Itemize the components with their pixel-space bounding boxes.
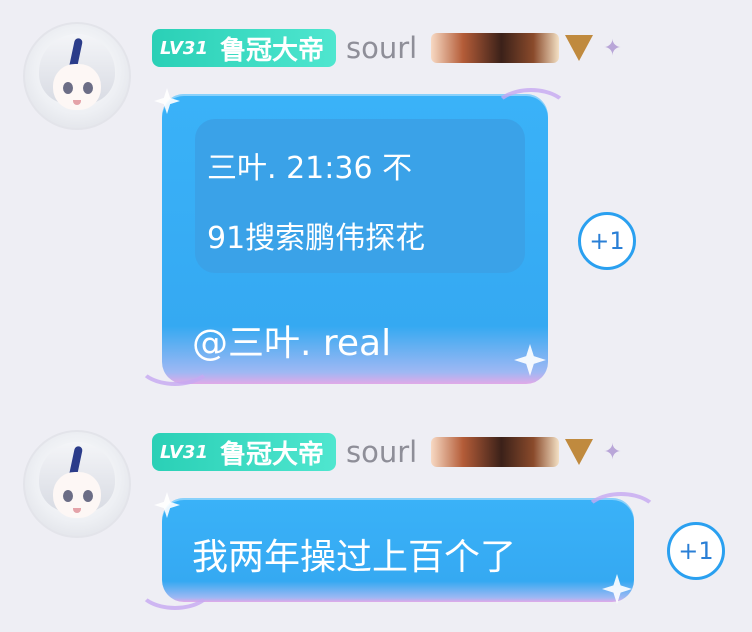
level-text: LV31: [160, 37, 208, 59]
message-text: @三叶. real: [192, 323, 392, 364]
level-badge: LV31 鲁冠大帝: [152, 29, 336, 67]
sparkle-icon: [154, 88, 180, 114]
sender-info: LV31 鲁冠大帝 sourl ✦: [152, 28, 622, 68]
honor-title: 鲁冠大帝: [219, 35, 324, 66]
rank-v-icon: [565, 35, 594, 61]
level-text: LV31: [160, 441, 208, 463]
quote-text: 91搜索鹏伟探花: [207, 221, 426, 256]
chat-message: LV31 鲁冠大帝 sourl ✦ 三叶. 21:36 不 91搜索鹏伟探花 @…: [0, 0, 752, 410]
user-avatar[interactable]: [23, 22, 131, 130]
chat-message: LV31 鲁冠大帝 sourl ✦ 我两年操过上百个了 +1: [0, 418, 752, 632]
plus-one-button[interactable]: +1: [578, 212, 636, 270]
swirl-decoration: [136, 562, 214, 610]
avatar-eye: [63, 490, 73, 502]
quoted-message[interactable]: 三叶. 21:36 不 91搜索鹏伟探花: [195, 119, 525, 273]
sparkle-icon: [514, 344, 546, 376]
message-bubble[interactable]: 三叶. 21:36 不 91搜索鹏伟探花 @三叶. real: [136, 88, 570, 386]
username[interactable]: sourl: [346, 31, 417, 65]
rank-v-icon: [565, 439, 594, 465]
quote-header: 三叶. 21:36 不: [207, 151, 413, 186]
message-text: 我两年操过上百个了: [192, 537, 517, 578]
plus-one-button[interactable]: +1: [667, 522, 725, 580]
sparkle-icon: [154, 492, 180, 518]
avatar-eye: [83, 82, 93, 94]
username[interactable]: sourl: [346, 435, 417, 469]
message-bubble[interactable]: 我两年操过上百个了: [136, 492, 660, 610]
dragon-badge-icon: ✦: [603, 439, 622, 465]
avatar-eye: [63, 82, 73, 94]
sparkle-icon: [602, 574, 632, 604]
user-avatar[interactable]: [23, 430, 131, 538]
level-badge: LV31 鲁冠大帝: [152, 433, 336, 471]
swirl-decoration: [582, 492, 660, 540]
medal-icon: [431, 437, 560, 467]
dragon-badge-icon: ✦: [603, 35, 622, 61]
swirl-decoration: [136, 338, 214, 386]
avatar-eye: [83, 490, 93, 502]
honor-title: 鲁冠大帝: [219, 439, 324, 470]
medal-icon: [431, 33, 560, 63]
sender-info: LV31 鲁冠大帝 sourl ✦: [152, 432, 622, 472]
